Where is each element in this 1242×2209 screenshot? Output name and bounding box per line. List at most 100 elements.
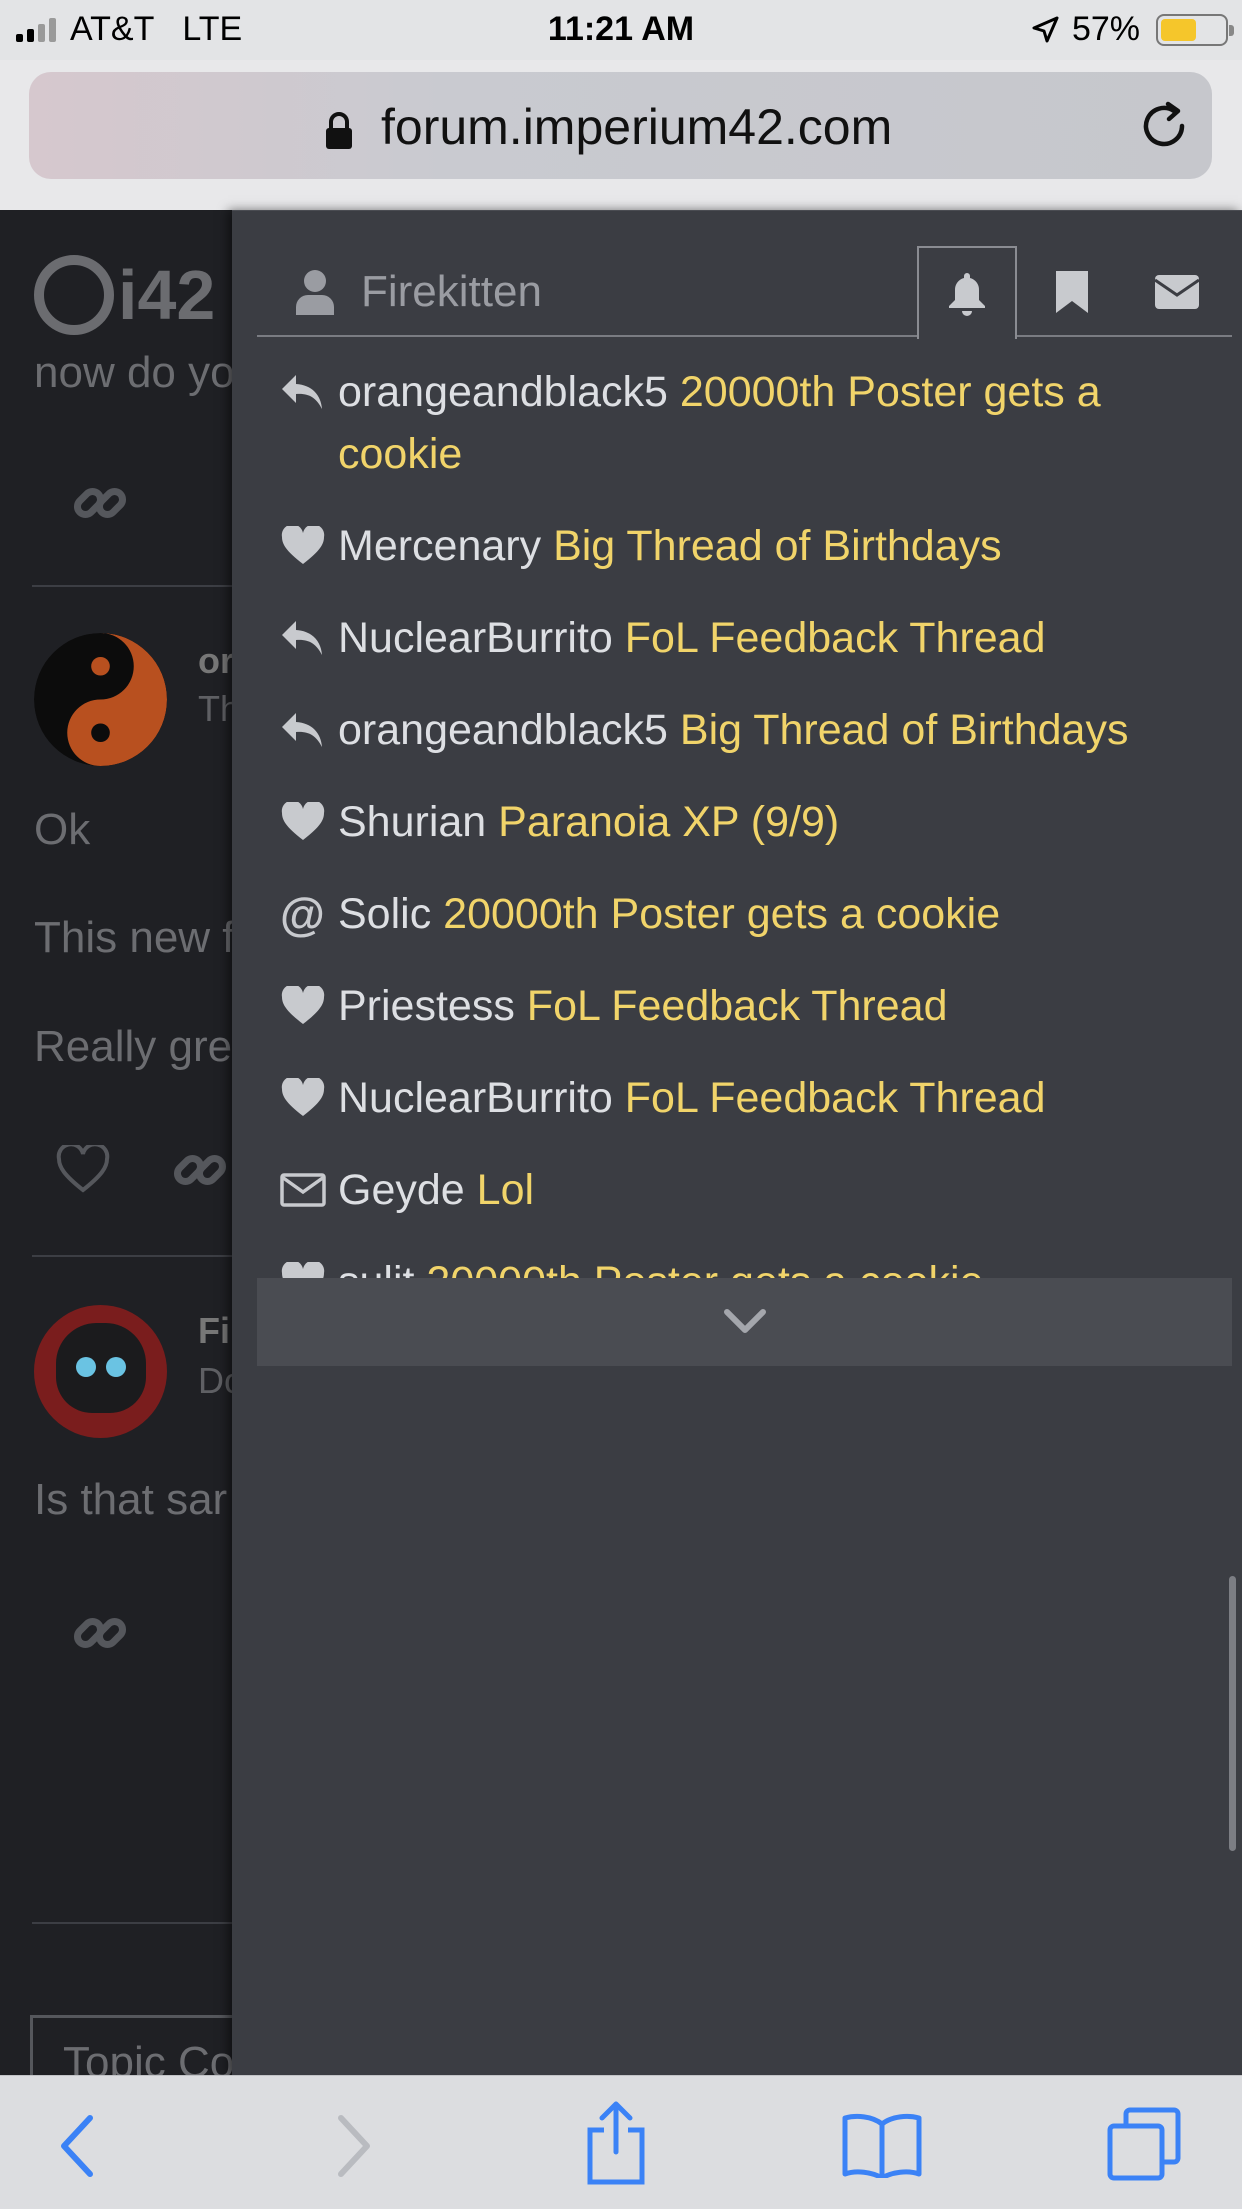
post-divider [32,1922,232,1924]
tab-messages[interactable] [1127,246,1227,338]
link-icon[interactable] [72,1605,128,1661]
notification-item[interactable]: Shurian Paranoia XP (9/9) [257,791,1232,853]
notification-item[interactable]: NuclearBurrito FoL Feedback Thread [257,607,1232,669]
notification-username: Mercenary [338,522,542,570]
notification-text: Priestess FoL Feedback Thread [338,975,1212,1037]
post-author-subtitle: Do [198,1360,232,1401]
notification-username: Shurian [338,798,487,846]
notification-topic[interactable]: FoL Feedback Thread [527,982,948,1030]
bookmark-icon [1056,271,1088,313]
notification-item[interactable]: @ Solic 20000th Poster gets a cookie [257,883,1232,945]
heart-icon [280,975,338,1037]
reload-icon[interactable] [1138,100,1190,152]
browser-address-area: forum.imperium42.com [0,60,1242,210]
notification-text: Geyde Lol [338,1159,1212,1221]
notification-item[interactable]: NuclearBurrito FoL Feedback Thread [257,1067,1232,1129]
swirl-logo-icon [34,255,114,335]
battery-percent: 57% [1071,10,1140,48]
post-author-subtitle: Th [198,688,232,729]
tabs-icon[interactable] [1106,2106,1182,2182]
notification-username: Solic [338,890,432,938]
notification-text: Mercenary Big Thread of Birthdays [338,515,1212,577]
user-menu-panel: Firekitten orangeandblack5 20000th Poste… [232,210,1242,2076]
heart-outline-icon[interactable] [56,1145,110,1193]
bookmarks-book-icon[interactable] [842,2112,922,2178]
scrollbar[interactable] [1229,1576,1236,1851]
address-bar[interactable]: forum.imperium42.com [29,72,1212,179]
message-icon [280,1159,338,1221]
site-logo[interactable]: i42 [34,255,215,335]
show-more-button[interactable] [257,1278,1232,1366]
notification-text: Solic 20000th Poster gets a cookie [338,883,1212,945]
notification-username: orangeandblack5 [338,706,668,754]
user-profile-link[interactable]: Firekitten [257,246,542,338]
user-icon [296,270,334,315]
notification-topic[interactable]: Big Thread of Birthdays [553,522,1002,570]
chevron-down-icon [723,1309,766,1333]
back-icon[interactable] [58,2114,98,2178]
notification-item[interactable]: Geyde Lol [257,1159,1232,1221]
notification-text: Shurian Paranoia XP (9/9) [338,791,1212,853]
post-snippet: now do yo [34,348,232,397]
heart-icon [280,1067,338,1129]
notification-topic[interactable]: FoL Feedback Thread [625,1074,1046,1122]
lock-icon [326,112,352,149]
notification-topic[interactable]: 20000th Poster gets a cookie [443,890,1000,938]
notification-username: NuclearBurrito [338,614,613,662]
bell-icon [949,272,985,316]
tab-notifications[interactable] [917,246,1017,339]
battery-icon [1156,13,1234,46]
heart-icon [280,515,338,577]
post-text: Is that sar [34,1475,228,1524]
forum-page-background: i42 now do yo or Th Ok This new f Really… [0,210,232,2075]
reply-icon [280,361,338,423]
notification-topic[interactable]: Big Thread of Birthdays [680,706,1129,754]
cat-eye [106,1357,126,1377]
topic-controls[interactable]: Topic Co [30,2015,232,2075]
link-icon[interactable] [172,1142,228,1198]
avatar[interactable] [34,1305,167,1438]
link-icon[interactable] [72,475,128,531]
notification-text: orangeandblack5 Big Thread of Birthdays [338,699,1212,761]
notification-item[interactable]: Priestess FoL Feedback Thread [257,975,1232,1037]
post-divider [32,1255,232,1257]
post-text: Really gre [34,1022,232,1071]
tab-bookmarks[interactable] [1022,246,1122,338]
post-divider [32,585,232,587]
notification-text: NuclearBurrito FoL Feedback Thread [338,1067,1212,1129]
share-icon[interactable] [584,2100,648,2186]
status-right: 57% [1030,10,1234,49]
logo-text: i42 [118,256,216,334]
post-author-name[interactable]: or [198,640,232,682]
post-text: This new f [34,913,232,962]
status-bar: AT&T LTE 11:21 AM 57% [0,0,1242,60]
url-text[interactable]: forum.imperium42.com [381,98,892,156]
notification-username: NuclearBurrito [338,1074,613,1122]
forward-icon[interactable] [333,2114,373,2178]
notification-text: orangeandblack5 20000th Poster gets a co… [338,361,1212,485]
notification-item[interactable]: orangeandblack5 Big Thread of Birthdays [257,699,1232,761]
notification-text: NuclearBurrito FoL Feedback Thread [338,607,1212,669]
notification-topic[interactable]: Paranoia XP (9/9) [498,798,839,846]
reply-icon [280,699,338,761]
browser-toolbar [0,2075,1242,2209]
notification-item[interactable]: orangeandblack5 20000th Poster gets a co… [257,361,1232,485]
location-icon [1032,16,1059,42]
notification-topic[interactable]: Lol [477,1166,534,1214]
notification-item[interactable]: Mercenary Big Thread of Birthdays [257,515,1232,577]
heart-icon [280,791,338,853]
post-text: Ok [34,805,91,854]
cat-eye [76,1357,96,1377]
yin-yang-icon [34,633,167,766]
user-menu-tabs: Firekitten [257,246,1232,339]
notification-topic[interactable]: FoL Feedback Thread [625,614,1046,662]
topic-controls-label: Topic Co [63,2038,232,2075]
reply-icon [280,607,338,669]
notification-list: orangeandblack5 20000th Poster gets a co… [257,361,1232,1343]
notification-username: Priestess [338,982,515,1030]
post-author-name[interactable]: Fi [198,1310,230,1352]
notification-username: orangeandblack5 [338,368,668,416]
notification-username: Geyde [338,1166,465,1214]
avatar[interactable] [34,633,167,766]
username: Firekitten [361,267,542,316]
